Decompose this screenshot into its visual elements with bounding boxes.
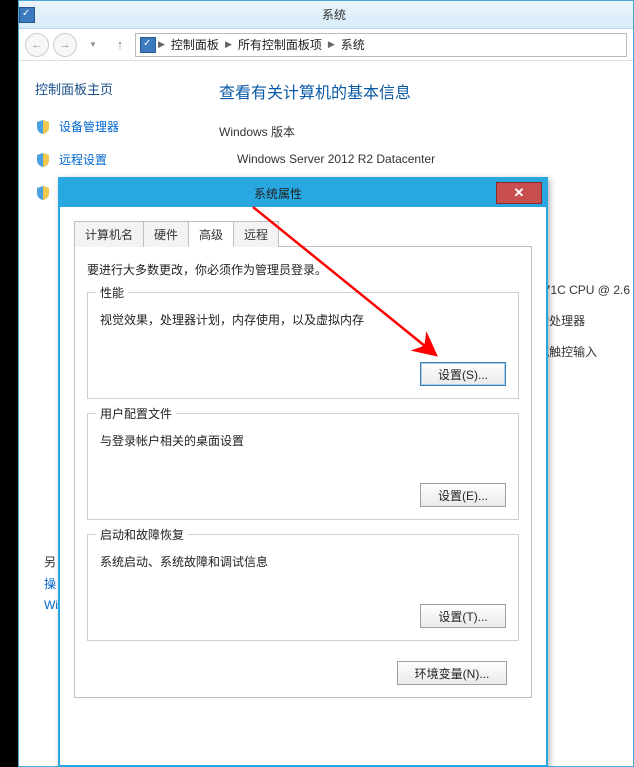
breadcrumb-sep: ▶ xyxy=(225,39,232,50)
group-title-profile: 用户配置文件 xyxy=(96,405,176,422)
bg-window-title: 系统 xyxy=(35,6,633,23)
right-info: 271C CPU @ 2.6 的处理器 或触控输入 xyxy=(537,275,630,369)
dialog-title: 系统属性 xyxy=(60,185,496,202)
sidebar-link-device-manager[interactable]: 设备管理器 xyxy=(35,118,183,135)
shield-icon xyxy=(35,152,51,168)
info-line: 或触控输入 xyxy=(537,337,630,368)
dialog-tabs: 计算机名 硬件 高级 远程 xyxy=(74,221,532,247)
group-desc-profile: 与登录帐户相关的桌面设置 xyxy=(100,432,506,449)
admin-hint: 要进行大多数更改，你必须作为管理员登录。 xyxy=(87,261,519,278)
sidebar-link-label: 设备管理器 xyxy=(59,118,119,135)
nav-back-button[interactable]: ← xyxy=(25,33,49,57)
group-startup: 启动和故障恢复 系统启动、系统故障和调试信息 设置(T)... xyxy=(87,534,519,641)
sidebar-link-remote[interactable]: 远程设置 xyxy=(35,151,183,168)
performance-settings-button[interactable]: 设置(S)... xyxy=(420,362,506,386)
sidebar-link-label: 远程设置 xyxy=(59,151,107,168)
env-variables-button[interactable]: 环境变量(N)... xyxy=(397,661,507,685)
window-icon xyxy=(19,7,35,23)
nav-forward-button[interactable]: → xyxy=(53,33,77,57)
left-extra-line[interactable]: 操 xyxy=(44,574,58,596)
breadcrumb-sep: ▶ xyxy=(328,39,335,50)
shield-icon xyxy=(35,185,51,201)
tab-computername[interactable]: 计算机名 xyxy=(74,221,144,247)
group-performance: 性能 视觉效果，处理器计划，内存使用，以及虚拟内存 设置(S)... xyxy=(87,292,519,399)
breadcrumb-item[interactable]: 控制面板 xyxy=(167,36,223,53)
dialog-close-button[interactable]: ✕ xyxy=(496,182,542,204)
bg-window-titlebar: 系统 xyxy=(19,1,633,29)
shield-icon xyxy=(35,119,51,135)
content-heading: 查看有关计算机的基本信息 xyxy=(219,79,633,103)
left-extra-line[interactable]: Wi xyxy=(44,595,58,617)
bg-toolbar: ← → ▾ ↑ ▶ 控制面板 ▶ 所有控制面板项 ▶ 系统 xyxy=(19,29,633,61)
system-properties-dialog: 系统属性 ✕ 计算机名 硬件 高级 远程 要进行大多数更改，你必须作为管理员登录… xyxy=(58,177,548,767)
tab-hardware[interactable]: 硬件 xyxy=(143,221,189,247)
group-title-performance: 性能 xyxy=(96,284,128,301)
addressbar-icon xyxy=(140,37,156,53)
sidebar-heading: 控制面板主页 xyxy=(35,79,183,98)
dialog-titlebar[interactable]: 系统属性 ✕ xyxy=(60,179,546,207)
win-edition-label: Windows 版本 xyxy=(219,123,633,140)
breadcrumb-item[interactable]: 系统 xyxy=(337,36,369,53)
win-edition-value: Windows Server 2012 R2 Datacenter xyxy=(237,152,633,166)
group-title-startup: 启动和故障恢复 xyxy=(96,526,188,543)
cpu-info: 271C CPU @ 2.6 xyxy=(537,275,630,306)
group-user-profile: 用户配置文件 与登录帐户相关的桌面设置 设置(E)... xyxy=(87,413,519,520)
address-bar[interactable]: ▶ 控制面板 ▶ 所有控制面板项 ▶ 系统 xyxy=(135,33,627,57)
startup-settings-button[interactable]: 设置(T)... xyxy=(420,604,506,628)
nav-history-button[interactable]: ▾ xyxy=(81,33,105,57)
dialog-body: 计算机名 硬件 高级 远程 要进行大多数更改，你必须作为管理员登录。 性能 视觉… xyxy=(60,207,546,698)
group-desc-startup: 系统启动、系统故障和调试信息 xyxy=(100,553,506,570)
profile-settings-button[interactable]: 设置(E)... xyxy=(420,483,506,507)
left-extra-text: 另 操 Wi xyxy=(44,552,58,617)
tab-content-advanced: 要进行大多数更改，你必须作为管理员登录。 性能 视觉效果，处理器计划，内存使用，… xyxy=(74,246,532,698)
nav-up-button[interactable]: ↑ xyxy=(109,34,131,56)
group-desc-performance: 视觉效果，处理器计划，内存使用，以及虚拟内存 xyxy=(100,311,506,328)
left-extra-line: 另 xyxy=(44,552,58,574)
info-line: 的处理器 xyxy=(537,306,630,337)
tab-remote[interactable]: 远程 xyxy=(233,221,279,247)
breadcrumb-sep: ▶ xyxy=(158,39,165,50)
breadcrumb-item[interactable]: 所有控制面板项 xyxy=(234,36,326,53)
tab-advanced[interactable]: 高级 xyxy=(188,221,234,247)
